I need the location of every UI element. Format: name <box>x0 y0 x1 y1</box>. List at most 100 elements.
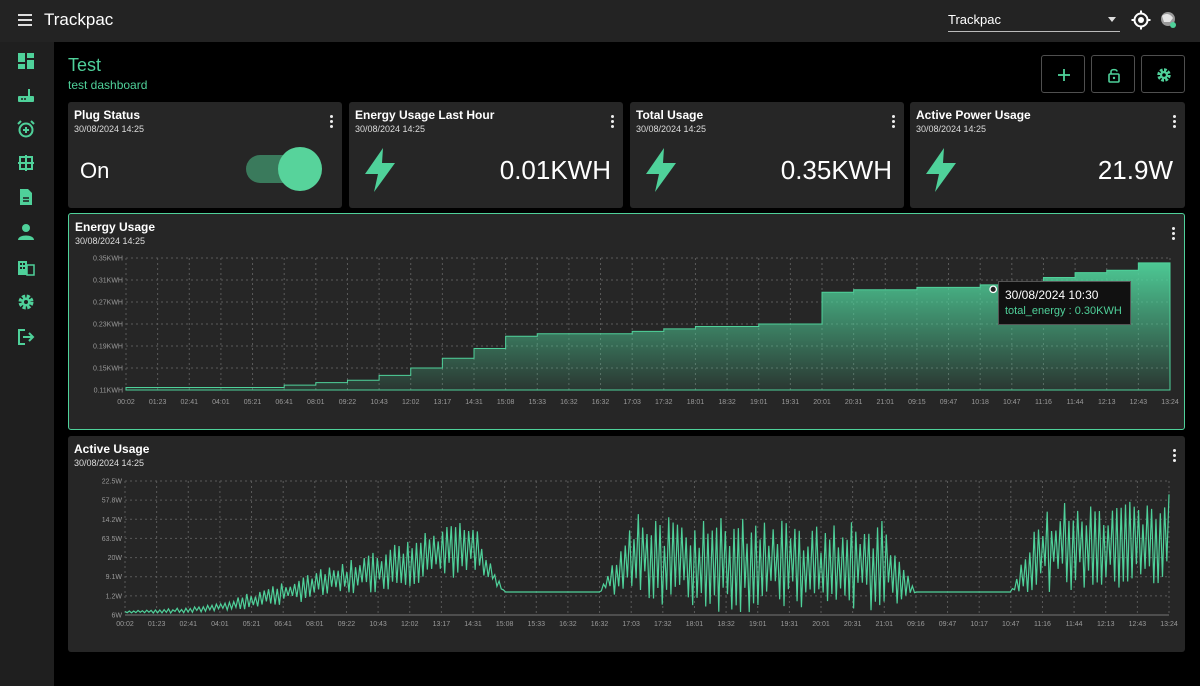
document-icon[interactable] <box>17 188 35 206</box>
x-tick-label: 14:31 <box>465 399 483 406</box>
y-tick-label: 0.19KWH <box>93 344 123 351</box>
active-power-card: Active Power Usage 30/08/2024 14:25 21.9… <box>910 102 1185 208</box>
x-tick-label: 12:43 <box>1129 621 1147 628</box>
x-tick-label: 02:41 <box>180 621 198 628</box>
x-tick-label: 12:13 <box>1097 621 1115 628</box>
x-tick-label: 17:03 <box>623 399 641 406</box>
x-tick-label: 05:21 <box>243 621 261 628</box>
x-tick-label: 16:32 <box>559 621 577 628</box>
x-tick-label: 14:31 <box>464 621 482 628</box>
x-tick-label: 13:17 <box>433 621 451 628</box>
x-tick-label: 01:23 <box>149 399 167 406</box>
x-tick-label: 10:18 <box>971 399 989 406</box>
dashboard-settings-button[interactable] <box>1141 55 1185 93</box>
x-tick-label: 12:13 <box>1098 399 1116 406</box>
y-tick-label: 57.8W <box>102 498 123 505</box>
x-tick-label: 10:47 <box>1003 399 1021 406</box>
lock-button[interactable] <box>1091 55 1135 93</box>
more-vert-icon[interactable] <box>892 115 896 129</box>
y-tick-label: 0.11KWH <box>94 388 123 395</box>
x-tick-label: 11:16 <box>1035 399 1052 406</box>
x-tick-label: 09:22 <box>339 399 357 406</box>
x-tick-label: 09:47 <box>939 621 957 628</box>
x-tick-label: 13:24 <box>1161 399 1179 406</box>
active-usage-card: Active Usage 30/08/2024 14:25 00:02 01:23… <box>68 436 1185 652</box>
x-tick-label: 00:02 <box>116 621 134 628</box>
x-tick-label: 20:31 <box>844 621 862 628</box>
router-icon[interactable] <box>17 86 35 104</box>
x-tick-label: 00:02 <box>117 399 135 406</box>
card-timestamp: 30/08/2024 14:25 <box>916 124 987 134</box>
y-tick-label: 9.1W <box>106 574 123 581</box>
x-tick-label: 04:01 <box>211 621 229 628</box>
menu-icon[interactable] <box>18 14 32 26</box>
energy-last-hour-card: Energy Usage Last Hour 30/08/2024 14:25 … <box>349 102 623 208</box>
more-vert-icon[interactable] <box>611 115 615 129</box>
tooltip-date: 30/08/2024 10:30 <box>1005 288 1099 302</box>
x-tick-label: 17:32 <box>654 621 672 628</box>
x-tick-label: 18:32 <box>718 399 736 406</box>
organization-select-value: Trackpac <box>948 12 1001 27</box>
y-tick-label: 63.5W <box>102 536 123 543</box>
gear-icon[interactable] <box>17 293 35 311</box>
x-tick-label: 12:02 <box>402 399 420 406</box>
y-tick-label: 0.35KWH <box>93 256 123 263</box>
x-tick-label: 02:41 <box>181 399 199 406</box>
y-tick-label: 0.15KWH <box>93 366 123 373</box>
x-tick-label: 08:01 <box>306 621 324 628</box>
x-tick-label: 06:41 <box>275 399 293 406</box>
x-tick-label: 16:32 <box>591 621 609 628</box>
active-power-line <box>124 494 1170 615</box>
x-tick-label: 12:02 <box>401 621 419 628</box>
plug-status-card: Plug Status 30/08/2024 14:25 On <box>68 102 342 208</box>
x-tick-label: 09:15 <box>908 399 926 406</box>
x-tick-label: 19:31 <box>782 399 800 406</box>
bolt-icon <box>365 148 395 192</box>
building-icon[interactable] <box>17 258 35 276</box>
x-tick-label: 15:08 <box>497 399 515 406</box>
x-tick-label: 08:01 <box>307 399 325 406</box>
x-tick-label: 09:47 <box>940 399 958 406</box>
y-tick-label: 0.23KWH <box>93 322 123 329</box>
x-tick-label: 15:33 <box>529 399 547 406</box>
x-tick-label: 04:01 <box>212 399 230 406</box>
x-tick-label: 10:43 <box>369 621 387 628</box>
x-tick-label: 21:01 <box>876 621 894 628</box>
y-tick-label: 20W <box>108 555 123 562</box>
brightness-icon[interactable] <box>1131 10 1151 30</box>
total-usage-card: Total Usage 30/08/2024 14:25 0.35KWH <box>630 102 904 208</box>
dashboard-icon[interactable] <box>17 52 35 70</box>
more-vert-icon[interactable] <box>1173 115 1177 129</box>
x-tick-label: 10:43 <box>370 399 388 406</box>
tooltip-value: total_energy : 0.30KWH <box>1005 305 1122 317</box>
x-tick-label: 17:32 <box>655 399 673 406</box>
x-tick-label: 19:01 <box>749 621 767 628</box>
person-icon[interactable] <box>17 223 35 241</box>
x-tick-label: 09:16 <box>907 621 925 628</box>
x-tick-label: 10:17 <box>970 621 988 628</box>
card-timestamp: 30/08/2024 14:25 <box>74 124 145 134</box>
y-tick-label: 0.31KWH <box>93 278 123 285</box>
y-tick-label: 1.2W <box>106 593 123 600</box>
x-tick-label: 12:43 <box>1130 399 1148 406</box>
organization-select[interactable]: Trackpac <box>948 9 1120 32</box>
network-icon[interactable] <box>17 154 35 172</box>
x-tick-label: 21:01 <box>877 399 895 406</box>
gear-icon <box>1157 68 1171 82</box>
x-tick-label: 16:32 <box>592 399 610 406</box>
active-usage-chart[interactable]: 00:02 01:23 02:41 04:01 05:21 06:41 08:01 09:22… <box>68 436 1185 652</box>
plug-status-value: On <box>80 158 110 183</box>
x-tick-label: 15:08 <box>496 621 514 628</box>
logout-icon[interactable] <box>17 328 35 346</box>
x-tick-label: 18:01 <box>686 621 704 628</box>
alarm-add-icon[interactable] <box>17 120 35 138</box>
lock-icon <box>1108 68 1120 83</box>
card-timestamp: 30/08/2024 14:25 <box>636 124 707 134</box>
more-vert-icon[interactable] <box>330 115 334 129</box>
plug-toggle[interactable] <box>246 147 322 191</box>
x-tick-label: 20:01 <box>813 399 831 406</box>
y-tick-label: 6W <box>112 613 123 620</box>
toggle-thumb <box>278 147 322 191</box>
add-widget-button[interactable] <box>1041 55 1085 93</box>
avatar[interactable] <box>1158 10 1178 30</box>
